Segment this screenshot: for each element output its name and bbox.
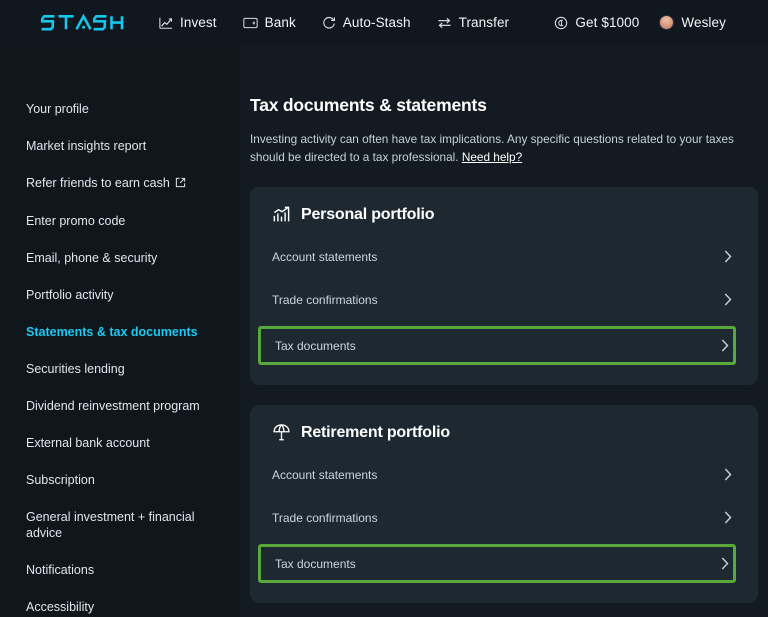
sidebar-item-label: Email, phone & security (26, 251, 158, 265)
row-label: Trade confirmations (272, 510, 378, 525)
external-link-icon (175, 176, 186, 192)
row-label: Account statements (272, 467, 378, 482)
sidebar-item-label: Notifications (26, 563, 95, 577)
card-icon (242, 16, 258, 30)
row-label: Account statements (272, 249, 378, 264)
nav-item-auto-stash[interactable]: Auto-Stash (309, 0, 424, 45)
coin-dollar-icon (554, 16, 568, 30)
nav-label: Bank (264, 15, 296, 30)
row-label: Tax documents (275, 338, 356, 353)
line-chart-icon (159, 16, 173, 30)
nav-label: Invest (180, 15, 217, 30)
row-tax-documents[interactable]: Tax documents (258, 326, 736, 365)
need-help-link[interactable]: Need help? (462, 150, 522, 164)
main-content: Tax documents & statements Investing act… (240, 45, 768, 617)
row-trade-confirmations[interactable]: Trade confirmations (272, 501, 736, 534)
row-account-statements[interactable]: Account statements (272, 458, 736, 491)
chevron-right-icon (724, 511, 732, 524)
sidebar-item-refer-friends[interactable]: Refer friends to earn cash (0, 175, 240, 192)
nav-item-account[interactable]: Wesley (649, 0, 736, 45)
nav-label: Wesley (681, 15, 726, 30)
row-tax-documents[interactable]: Tax documents (258, 544, 736, 583)
beach-umbrella-icon (272, 423, 291, 442)
sidebar-item-portfolio-activity[interactable]: Portfolio activity (0, 287, 240, 303)
personal-portfolio-card: Personal portfolio Account statements Tr… (250, 187, 758, 385)
chevron-right-icon (724, 250, 732, 263)
avatar (659, 15, 675, 30)
card-title: Retirement portfolio (301, 423, 450, 441)
sidebar-item-general-investment-financial-advice[interactable]: General investment + financial advice (0, 509, 240, 541)
row-trade-confirmations[interactable]: Trade confirmations (272, 283, 736, 316)
sidebar-item-email-phone-security[interactable]: Email, phone & security (0, 250, 240, 266)
primary-nav: Invest Bank Auto-Stash Transfer (146, 0, 522, 45)
nav-label: Auto-Stash (342, 15, 411, 30)
sidebar-item-label: Market insights report (26, 139, 147, 153)
sidebar-item-securities-lending[interactable]: Securities lending (0, 361, 240, 377)
card-title: Personal portfolio (301, 205, 435, 223)
sidebar-item-notifications[interactable]: Notifications (0, 562, 240, 578)
refresh-circle-icon (322, 16, 336, 30)
sidebar-item-enter-promo-code[interactable]: Enter promo code (0, 213, 240, 229)
card-header: Retirement portfolio (272, 423, 736, 442)
page-description: Investing activity can often have tax im… (250, 130, 756, 166)
sidebar-item-label: Portfolio activity (26, 288, 114, 302)
card-header: Personal portfolio (272, 205, 736, 224)
sidebar-item-accessibility[interactable]: Accessibility (0, 599, 240, 615)
nav-item-bank[interactable]: Bank (230, 0, 309, 45)
sidebar-item-label: Enter promo code (26, 214, 126, 228)
sidebar-item-market-insights-report[interactable]: Market insights report (0, 138, 240, 154)
sidebar-item-dividend-reinvestment-program[interactable]: Dividend reinvestment program (0, 398, 240, 414)
sidebar-item-label: Statements & tax documents (26, 325, 198, 339)
stash-logo-icon (40, 13, 124, 31)
nav-label: Get $1000 (575, 15, 640, 30)
nav-item-transfer[interactable]: Transfer (424, 0, 523, 45)
sidebar-item-label: External bank account (26, 436, 150, 450)
sidebar-item-label: Refer friends to earn cash (26, 176, 170, 190)
secondary-nav: Get $1000 Wesley (544, 0, 736, 45)
sidebar-item-label: Accessibility (26, 600, 95, 614)
chevron-right-icon (724, 468, 732, 481)
sidebar-item-external-bank-account[interactable]: External bank account (0, 435, 240, 451)
transfer-arrows-icon (437, 16, 452, 30)
retirement-portfolio-card: Retirement portfolio Account statements … (250, 405, 758, 603)
stash-logo[interactable] (40, 13, 124, 32)
chevron-right-icon (721, 339, 729, 352)
settings-sidebar: Your profile Market insights report Refe… (0, 45, 240, 617)
sidebar-item-your-profile[interactable]: Your profile (0, 101, 240, 117)
sidebar-item-label: Your profile (26, 102, 89, 116)
sidebar-item-statements-tax-documents[interactable]: Statements & tax documents (0, 324, 240, 340)
sidebar-item-label: Dividend reinvestment program (26, 399, 200, 413)
page-body: Your profile Market insights report Refe… (0, 45, 768, 617)
sidebar-item-label: General investment + financial advice (26, 510, 195, 540)
top-navbar: Invest Bank Auto-Stash Transfer Get $100… (0, 0, 768, 45)
nav-label: Transfer (458, 15, 510, 30)
chevron-right-icon (724, 293, 732, 306)
sidebar-item-label: Securities lending (26, 362, 125, 376)
nav-item-invest[interactable]: Invest (146, 0, 230, 45)
row-account-statements[interactable]: Account statements (272, 240, 736, 273)
page-title: Tax documents & statements (250, 95, 487, 115)
bar-chart-growth-icon (272, 205, 291, 224)
nav-item-get-1000[interactable]: Get $1000 (544, 0, 649, 45)
chevron-right-icon (721, 557, 729, 570)
row-label: Tax documents (275, 556, 356, 571)
row-label: Trade confirmations (272, 292, 378, 307)
sidebar-item-subscription[interactable]: Subscription (0, 472, 240, 488)
sidebar-item-label: Subscription (26, 473, 95, 487)
